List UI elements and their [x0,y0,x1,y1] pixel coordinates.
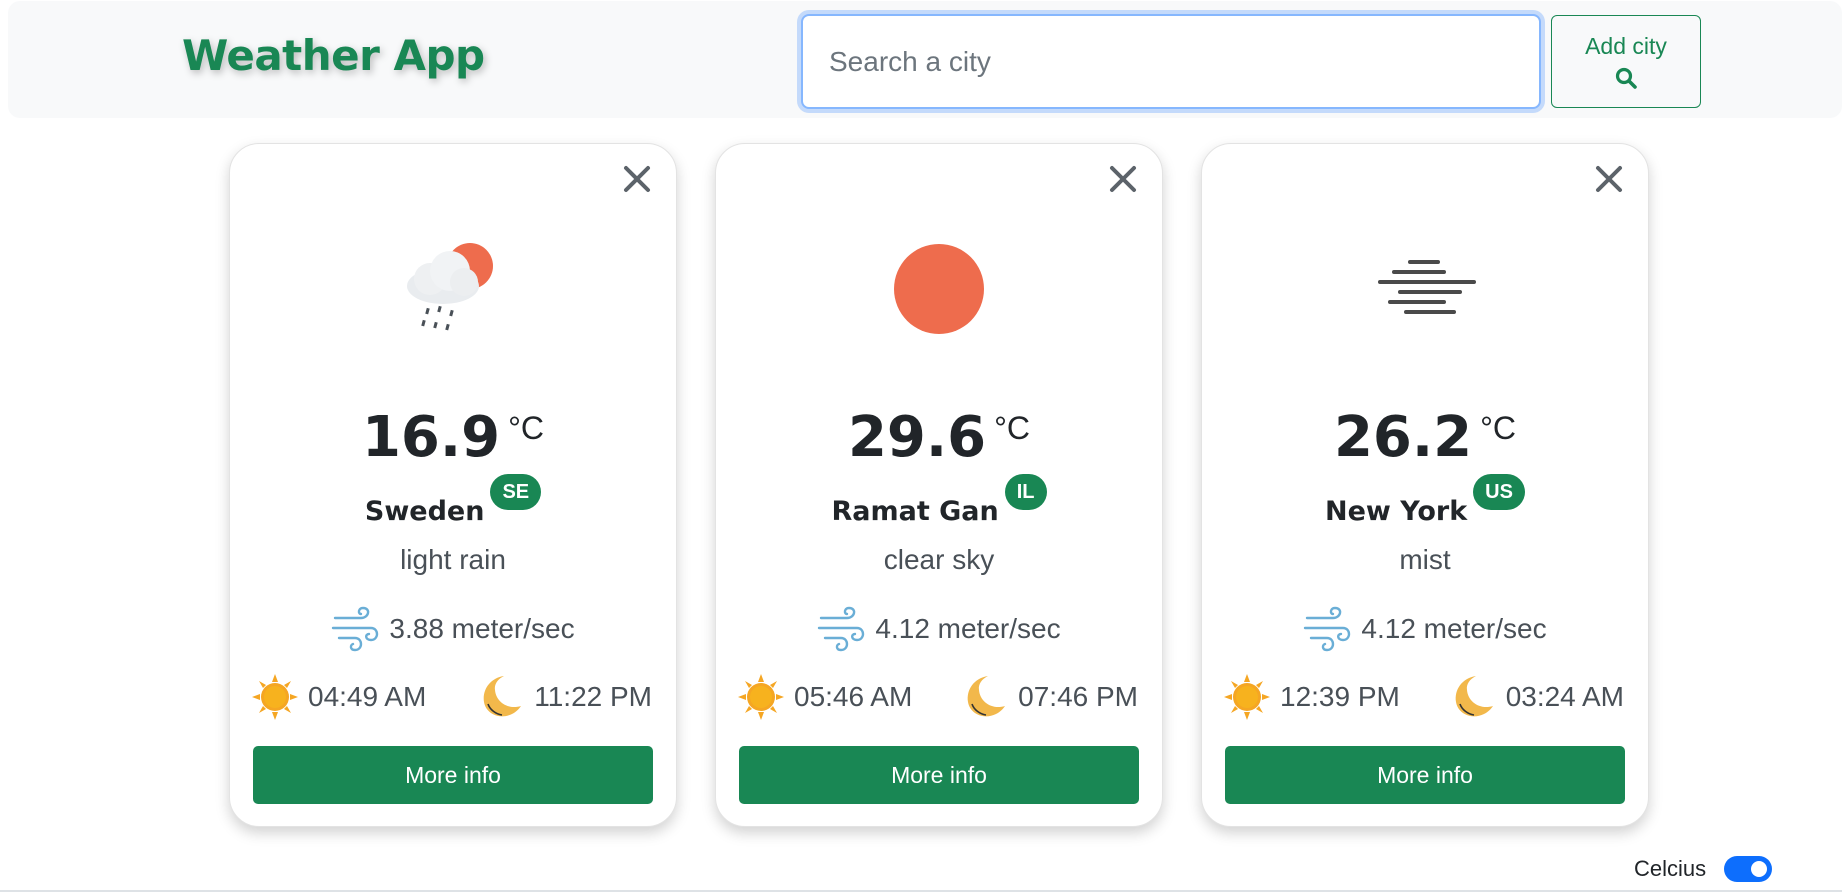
country-badge: IL [1004,474,1047,510]
add-city-button[interactable]: Add city [1551,15,1701,108]
wind-row: 4.12 meter/sec [716,606,1162,652]
close-icon[interactable] [1592,162,1626,196]
sun-icon [1224,674,1270,720]
weather-description: clear sky [883,544,995,575]
sunrise-time: 04:49 AM [308,681,427,712]
clear-sky-icon [894,244,984,334]
wind-speed: 3.88 meter/sec [389,613,575,644]
close-icon[interactable] [1106,162,1140,196]
temperature-unit: °C [994,410,1031,446]
light-rain-icon [407,243,493,331]
sunset-time: 03:24 AM [1505,681,1624,712]
country-badge: SE [490,474,542,510]
sun-icon [252,674,298,720]
wind-icon [1304,606,1351,652]
sunset: 07:46 PM [962,674,1138,720]
sunrise: 04:49 AM [252,674,426,720]
weather-card: 26.2 °C New York US mist 4.12 meter/sec [1201,143,1649,827]
moon-icon [483,676,522,717]
unit-toggle: Celcius [1634,856,1773,882]
unit-switch[interactable] [1724,856,1773,882]
sunrise-time: 12:39 PM [1280,681,1400,712]
sunrise: 05:46 AM [738,674,912,720]
mist-icon [1378,260,1476,314]
wind-icon [818,606,865,652]
close-icon[interactable] [620,162,654,196]
temperature-value: 29.6 [847,405,987,470]
wind-speed: 4.12 meter/sec [1361,613,1547,644]
wind-row: 3.88 meter/sec [230,606,676,652]
temperature-value: 16.9 [361,405,501,470]
country-badge: US [1473,474,1525,510]
sunset-time: 11:22 PM [534,681,652,712]
unit-toggle-label: Celcius [1634,856,1707,881]
add-city-label: Add city [1585,33,1667,59]
more-info-button[interactable]: More info [739,746,1139,804]
weather-description: light rain [400,544,506,575]
switch-knob [1751,861,1768,877]
moon-icon [967,676,1006,717]
weather-card: 29.6 °C Ramat Gan IL clear sky 4.12 mete… [715,143,1163,827]
temperature-value: 26.2 [1333,405,1473,470]
sunrise-time: 05:46 AM [794,681,913,712]
more-info-button[interactable]: More info [1225,746,1625,804]
sun-icon [738,674,784,720]
wind-row: 4.12 meter/sec [1202,606,1648,652]
wind-icon [332,606,379,652]
search-input[interactable] [801,14,1541,109]
sunset-time: 07:46 PM [1018,681,1138,712]
sunset: 03:24 AM [1450,674,1624,720]
moon-icon [1455,676,1493,717]
wind-speed: 4.12 meter/sec [875,613,1061,644]
navbar: Weather App Add city [8,1,1842,118]
city-name: New York [1325,496,1468,527]
temperature-unit: °C [508,410,545,446]
sunrise: 12:39 PM [1224,674,1400,720]
more-info-button[interactable]: More info [253,746,653,804]
sunset: 11:22 PM [478,674,652,720]
weather-description: mist [1399,544,1451,575]
city-name: Sweden [364,496,485,527]
city-name: Ramat Gan [831,496,999,527]
app-title: Weather App [182,31,485,80]
temperature-unit: °C [1480,410,1517,446]
search-icon [1615,67,1637,89]
weather-card: 16.9 °C Sweden SE light rain 3.88 meter/… [229,143,677,827]
